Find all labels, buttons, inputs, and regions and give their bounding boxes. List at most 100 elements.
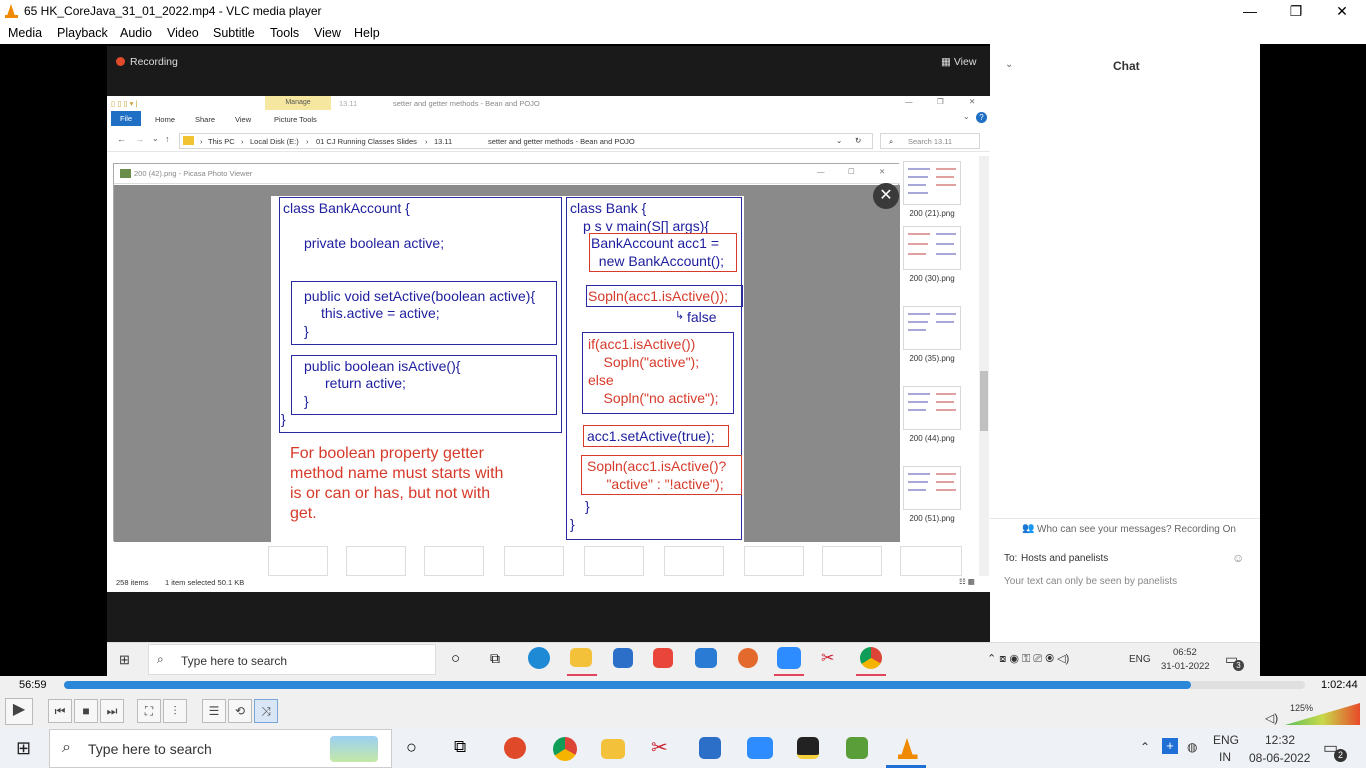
- next-button[interactable]: ⏭: [100, 699, 124, 723]
- emoji-icon[interactable]: ☺: [1232, 551, 1244, 565]
- forward-icon[interactable]: →: [135, 134, 144, 144]
- speaker-icon[interactable]: ◁): [1265, 711, 1278, 725]
- view-toggle-icon[interactable]: ☷ ▦: [959, 577, 975, 586]
- menu-subtitle[interactable]: Subtitle: [213, 26, 255, 40]
- thumbnail[interactable]: [424, 546, 484, 576]
- windows-icon[interactable]: ⊞: [119, 652, 130, 668]
- explorer-minimize[interactable]: —: [905, 97, 913, 106]
- menu-media[interactable]: Media: [8, 26, 42, 40]
- clock-date[interactable]: 08-06-2022: [1249, 751, 1310, 765]
- picasa-minimize[interactable]: —: [817, 167, 825, 176]
- refresh-icon[interactable]: ↻: [855, 136, 861, 145]
- seek-bar[interactable]: [64, 681, 1305, 689]
- crumb-13-11[interactable]: 13.11: [434, 137, 452, 146]
- play-button[interactable]: ▶: [5, 698, 33, 725]
- tray-icons[interactable]: ⌃ ⧇ ◉ ⚿ ⎚ ⦿ ◁): [987, 652, 1069, 666]
- snip-icon[interactable]: ✂: [651, 735, 668, 760]
- taskbar-search[interactable]: ⌕ Type here to search: [49, 729, 392, 768]
- elapsed-time[interactable]: 56:59: [19, 679, 47, 691]
- up-icon[interactable]: ↑: [165, 134, 170, 144]
- windows-icon[interactable]: ⊞: [16, 738, 31, 759]
- chat-input-hint[interactable]: Your text can only be seen by panelists: [1004, 576, 1177, 587]
- show-hidden-icons[interactable]: ⌃: [1140, 740, 1150, 754]
- extended-settings-button[interactable]: ⫶: [163, 699, 187, 723]
- tab-file[interactable]: File: [111, 111, 141, 126]
- zoom-icon[interactable]: [777, 647, 801, 669]
- sticky-notes-icon[interactable]: [797, 737, 819, 759]
- volume-slider[interactable]: [1285, 703, 1360, 725]
- zoom-icon[interactable]: [747, 737, 773, 759]
- thumbnail[interactable]: [903, 386, 961, 430]
- recent-icon[interactable]: ⌄: [152, 134, 159, 143]
- app-icon[interactable]: [738, 648, 758, 668]
- thumbnail[interactable]: [346, 546, 406, 576]
- help-icon[interactable]: ?: [976, 112, 987, 123]
- store-icon[interactable]: [699, 737, 721, 759]
- notepad-icon[interactable]: [846, 737, 868, 759]
- mail-icon[interactable]: [695, 648, 717, 668]
- vlc-taskbar-icon[interactable]: [898, 738, 918, 759]
- menu-playback[interactable]: Playback: [57, 26, 108, 40]
- playlist-button[interactable]: ☰: [202, 699, 226, 723]
- clock-time[interactable]: 12:32: [1265, 733, 1295, 747]
- address-dropdown-icon[interactable]: ⌄: [836, 136, 842, 145]
- cortana-icon[interactable]: ○: [451, 650, 460, 667]
- menu-audio[interactable]: Audio: [120, 26, 152, 40]
- close-button[interactable]: ✕: [1319, 0, 1365, 23]
- store-icon[interactable]: [613, 648, 633, 668]
- zoom-view-button[interactable]: ▦ View: [941, 56, 976, 68]
- tab-view[interactable]: View: [235, 115, 251, 124]
- task-view-icon[interactable]: ⧉: [490, 650, 500, 667]
- recorder-icon[interactable]: [504, 737, 526, 759]
- total-time[interactable]: 1:02:44: [1321, 679, 1358, 691]
- explorer-close[interactable]: ✕: [969, 97, 975, 106]
- lang-in[interactable]: IN: [1219, 750, 1231, 764]
- loop-button[interactable]: ⟲: [228, 699, 252, 723]
- previous-button[interactable]: ⏮: [48, 699, 72, 723]
- viewer-close-icon[interactable]: ✕: [873, 183, 899, 209]
- back-icon[interactable]: ←: [117, 134, 126, 144]
- picasa-close[interactable]: ✕: [879, 167, 885, 176]
- menu-view[interactable]: View: [314, 26, 341, 40]
- edge-icon[interactable]: [528, 647, 550, 669]
- chevron-down-icon[interactable]: ⌄: [1005, 59, 1013, 70]
- quick-access-toolbar[interactable]: ▯ ▯ ▯ ▾ |: [111, 99, 137, 108]
- tab-home[interactable]: Home: [155, 115, 175, 124]
- explorer-maximize[interactable]: ❐: [937, 97, 944, 106]
- snip-icon[interactable]: ✂: [821, 648, 834, 668]
- crumb-local-disk[interactable]: Local Disk (E:): [250, 137, 299, 146]
- task-view-icon[interactable]: ⧉: [454, 737, 466, 757]
- file-explorer-icon[interactable]: [601, 739, 625, 759]
- thumbnail[interactable]: [903, 161, 961, 205]
- thumbnail[interactable]: [664, 546, 724, 576]
- chrome-icon[interactable]: [553, 737, 577, 761]
- restore-button[interactable]: ❐: [1273, 0, 1319, 23]
- thumbnail[interactable]: [822, 546, 882, 576]
- network-icon[interactable]: ◍: [1187, 740, 1197, 754]
- crumb-slides[interactable]: 01 CJ Running Classes Slides: [316, 137, 417, 146]
- scrollbar[interactable]: [979, 156, 989, 576]
- thumbnail[interactable]: [584, 546, 644, 576]
- file-explorer-icon[interactable]: [570, 648, 592, 667]
- tab-picture-tools[interactable]: Picture Tools: [274, 115, 317, 124]
- thumbnail[interactable]: [900, 546, 962, 576]
- thumbnail[interactable]: [504, 546, 564, 576]
- ribbon-expand-icon[interactable]: ⌄: [963, 112, 970, 121]
- address-box[interactable]: › This PC › Local Disk (E:) › 01 CJ Runn…: [179, 133, 873, 149]
- thumbnail[interactable]: [268, 546, 328, 576]
- stop-button[interactable]: ■: [74, 699, 98, 723]
- cortana-icon[interactable]: ○: [406, 737, 417, 758]
- tab-share[interactable]: Share: [195, 115, 215, 124]
- recorded-search-box[interactable]: ⌕ Type here to search: [148, 644, 436, 675]
- menu-video[interactable]: Video: [167, 26, 199, 40]
- to-dropdown[interactable]: Hosts and panelists: [1021, 553, 1108, 564]
- gift-icon[interactable]: [653, 648, 673, 668]
- thumbnail[interactable]: [903, 466, 961, 510]
- who-can-see-link[interactable]: Who can see your messages? Recording On: [1037, 524, 1236, 535]
- crumb-this-pc[interactable]: This PC: [208, 137, 235, 146]
- shuffle-button[interactable]: ⤨: [254, 699, 278, 723]
- recorded-lang[interactable]: ENG: [1129, 654, 1151, 665]
- thumbnail[interactable]: [744, 546, 804, 576]
- manage-tab[interactable]: Manage: [265, 96, 331, 110]
- menu-help[interactable]: Help: [354, 26, 380, 40]
